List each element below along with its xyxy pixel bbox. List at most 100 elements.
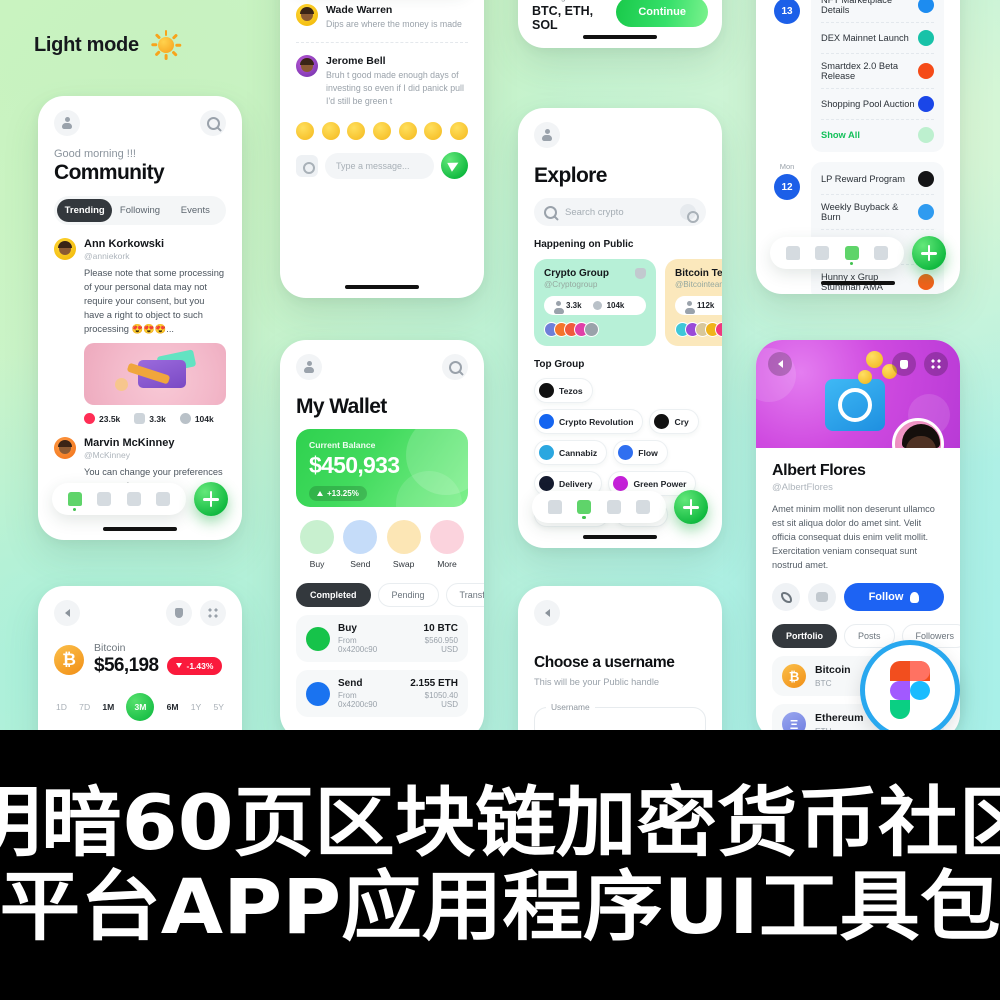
message-item[interactable]: Wade Warren Dips are where the money is … [296,4,468,31]
menu-button[interactable] [924,352,948,376]
action-buy[interactable]: Buy [300,520,334,569]
nav-wallet-icon[interactable] [156,492,171,506]
post-item[interactable]: Ann Korkowski @anniekork Please note tha… [54,238,226,424]
comments-stat[interactable]: 3.3k [134,413,166,424]
share-icon[interactable] [635,268,646,279]
show-all-row[interactable]: Show All [821,120,934,150]
tab-events[interactable]: Events [168,199,223,222]
event-row[interactable]: NFT Marketplace Details [821,0,934,23]
search-bar[interactable]: Search crypto [534,198,706,226]
transaction-row[interactable]: Buy From 0x4200c90 10 BTC $560.950 USD [296,615,468,662]
group-card[interactable]: Crypto Group @Cryptogroup 3.3k 104k [534,259,656,346]
nav-home-icon[interactable] [547,500,562,514]
nav-home-icon[interactable] [67,492,82,511]
tab-trending[interactable]: Trending [57,199,113,222]
views-stat[interactable]: 104k [179,413,214,424]
search-button[interactable] [442,354,468,380]
create-fab[interactable] [674,490,708,524]
event-row[interactable]: Smartdex 2.0 Beta Release [821,54,934,89]
nav-chat-icon[interactable] [126,492,141,506]
tab-completed[interactable]: Completed [296,583,371,607]
emoji-starstruck[interactable] [321,122,340,140]
camera-icon[interactable] [680,204,699,223]
tab-transfers[interactable]: Transfers [445,583,484,607]
phone-wallet: My Wallet Current Balance $450,933 +13.2… [280,340,484,730]
create-post-fab[interactable] [194,482,228,516]
group-tag[interactable]: Flow [613,440,668,465]
member-avatar-stack [675,322,722,337]
range-3m[interactable]: 3M [126,693,155,721]
nav-wallet-icon[interactable] [636,500,651,514]
emoji-surprised[interactable] [424,122,443,140]
page-title: Choose a username [534,654,675,671]
eye-icon [592,301,602,310]
range-1y[interactable]: 1Y [191,702,202,712]
emoji-angry[interactable] [347,122,366,140]
profile-avatar-button[interactable] [296,354,322,380]
cry-icon [654,414,670,429]
message-item[interactable]: Jerome Bell Bruh t good made enough days… [296,55,468,108]
tab-following[interactable]: Following [112,199,167,222]
action-more[interactable]: More [429,520,464,569]
nav-compass-icon[interactable] [815,246,830,260]
group-tag[interactable]: Cry [649,409,699,434]
event-card: LP Reward Program Weekly Buyback & Burn … [811,162,944,294]
range-1d[interactable]: 1D [56,702,67,712]
menu-button[interactable] [200,600,226,626]
range-6m[interactable]: 6M [167,702,179,712]
follow-button[interactable]: Follow [844,583,944,611]
profile-avatar-button[interactable] [54,110,80,136]
group-tag[interactable]: Cannabiz [534,440,608,465]
nav-compass-icon[interactable] [97,492,112,506]
event-icon [918,204,934,220]
group-card[interactable]: Bitcoin Team @Bitcointeam 112k [665,259,722,346]
tab-pending[interactable]: Pending [377,583,439,607]
emoji-party[interactable] [449,122,468,140]
share-button[interactable] [166,600,192,626]
range-7d[interactable]: 7D [79,702,90,712]
transaction-usd: $560.950 USD [424,636,458,654]
event-row[interactable]: DEX Mainnet Launch [821,23,934,54]
send-button[interactable] [441,152,468,179]
group-tag[interactable]: Crypto Revolution [534,409,644,434]
event-row[interactable]: LP Reward Program [821,164,934,195]
nav-wallet-icon[interactable] [874,246,889,260]
event-row[interactable]: Weekly Buyback & Burn [821,195,934,230]
emoji-grin[interactable] [296,122,314,140]
search-input[interactable]: Search crypto [565,207,672,218]
camera-icon[interactable] [296,154,318,177]
profile-avatar-button[interactable] [534,122,560,148]
search-button[interactable] [200,110,226,136]
back-button[interactable] [534,600,560,626]
call-button[interactable] [772,583,800,611]
action-send[interactable]: Send [343,520,378,569]
back-button[interactable] [54,600,80,626]
continue-button[interactable]: Continue [616,0,708,27]
group-tag[interactable]: Tezos [534,378,593,403]
emoji-shocked[interactable] [398,122,417,140]
message-input[interactable]: Type a message... [325,152,434,179]
figma-badge [860,640,960,730]
event-row[interactable]: Shopping Pool Auction [821,89,934,120]
cannabiz-icon [539,445,554,460]
group-views: 104k [606,301,625,310]
nav-chat-icon[interactable] [844,246,859,265]
share-button[interactable] [892,352,916,376]
avatar-icon [541,128,554,142]
nav-chat-icon[interactable] [606,500,621,514]
event-title: NFT Marketplace Details [821,0,893,15]
emoji-kiss[interactable] [372,122,391,140]
range-1m[interactable]: 1M [102,702,114,712]
nav-home-icon[interactable] [785,246,800,260]
message-button[interactable] [808,583,836,611]
back-button[interactable] [768,352,792,376]
tab-portfolio[interactable]: Portfolio [772,624,837,648]
nav-compass-icon[interactable] [577,500,592,519]
holding-name: Bitcoin [815,664,851,676]
username-field[interactable]: Username [534,702,706,730]
range-5y[interactable]: 5Y [213,702,224,712]
create-fab[interactable] [912,236,946,270]
likes-stat[interactable]: 23.5k [84,413,120,424]
transaction-row[interactable]: Send From 0x4200c90 2.155 ETH $1050.40 U… [296,670,468,717]
action-swap[interactable]: Swap [386,520,421,569]
